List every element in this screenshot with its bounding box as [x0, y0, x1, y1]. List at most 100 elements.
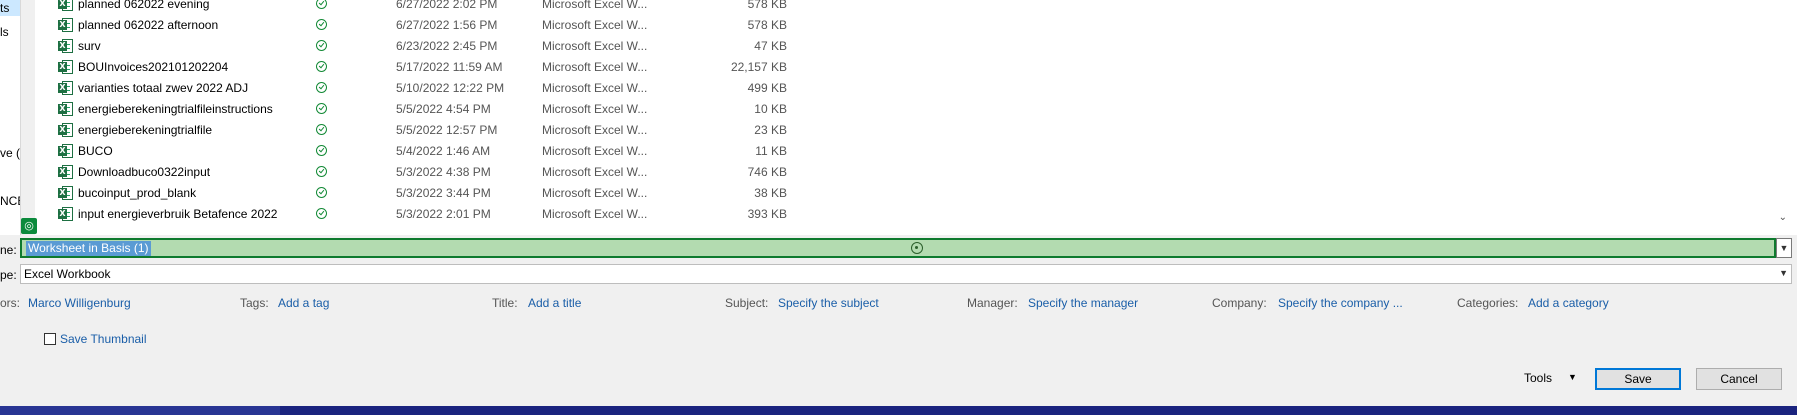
file-size: 393 KB [747, 206, 787, 221]
file-name-value[interactable]: Worksheet in Basis (1) [26, 241, 151, 256]
excel-file-icon: X [58, 206, 74, 222]
save-thumbnail-option[interactable]: Save Thumbnail [44, 332, 147, 346]
sync-check-icon [316, 145, 327, 156]
company-value[interactable]: Specify the company ... [1278, 296, 1403, 310]
tools-menu-button[interactable]: Tools [1524, 371, 1552, 385]
file-name[interactable]: BOUInvoices202101202204 [78, 60, 228, 74]
save-thumbnail-checkbox[interactable] [44, 333, 56, 345]
sync-check-icon [316, 19, 327, 30]
target-icon [911, 242, 923, 254]
file-row[interactable]: Xbucoinput_prod_blank 5/3/2022 3:44 PM Mic… [58, 182, 1758, 203]
title-label: Title: [492, 296, 518, 310]
nav-scrollbar[interactable] [21, 0, 35, 235]
nav-item-fragment[interactable]: ts [0, 1, 9, 15]
sync-check-icon [316, 40, 327, 51]
file-name[interactable]: BUCO [78, 144, 113, 158]
authors-label: ors: [0, 296, 21, 310]
manager-label: Manager: [967, 296, 1018, 310]
file-type: Microsoft Excel W... [542, 185, 648, 200]
excel-file-icon: X [58, 164, 74, 180]
file-date-modified: 5/3/2022 2:01 PM [396, 206, 491, 221]
excel-file-icon: X [58, 101, 74, 117]
file-row[interactable]: X BUCO 5/4/2022 1:46 AM Microsoft Excel W..… [58, 140, 1758, 161]
file-type: Microsoft Excel W... [542, 80, 648, 95]
title-value[interactable]: Add a title [528, 296, 581, 310]
authors-value[interactable]: Marco Willigenburg [28, 296, 131, 310]
file-type: Microsoft Excel W... [542, 164, 648, 179]
file-row[interactable]: Xplanned 062022 evening 6/27/2022 2:02 PM… [58, 0, 1758, 14]
excel-file-icon: X [58, 0, 74, 12]
file-row[interactable]: Xinput energieverbruik Betafence 2022 5/3… [58, 203, 1758, 224]
excel-file-icon: X [58, 17, 74, 33]
file-size: 746 KB [747, 164, 787, 179]
file-date-modified: 5/4/2022 1:46 AM [396, 143, 491, 158]
file-row[interactable]: Xenergieberekeningtrialfileinstructions 5… [58, 98, 1758, 119]
nav-item-fragment[interactable]: ls [0, 25, 9, 39]
save-as-type-select[interactable]: Excel Workbook ▼ [20, 264, 1792, 284]
nav-item-fragment[interactable]: NCE [0, 194, 20, 208]
file-date-modified: 5/10/2022 12:22 PM [396, 80, 505, 95]
company-label: Company: [1212, 296, 1267, 310]
file-name[interactable]: surv [78, 39, 101, 53]
file-list-pane: ts ls ve (H NCE Xplanned 062022 evening 6… [0, 0, 1797, 235]
sync-status-icon[interactable]: ◎ [21, 218, 37, 234]
file-size: 499 KB [747, 80, 787, 95]
file-name-label: ne: [0, 243, 17, 257]
file-size: 23 KB [754, 122, 787, 137]
file-row[interactable]: X BOUInvoices202101202204 5/17/2022 11:59 … [58, 56, 1758, 77]
file-row[interactable]: Xvarianties totaal zwev 2022 ADJ 5/10/202… [58, 77, 1758, 98]
save-thumbnail-label[interactable]: Save Thumbnail [60, 332, 147, 346]
cancel-button[interactable]: Cancel [1696, 368, 1782, 390]
file-name[interactable]: input energieverbruik Betafence 2022 [78, 207, 277, 221]
sync-check-icon [316, 124, 327, 135]
file-type: Microsoft Excel W... [542, 143, 648, 158]
chevron-down-icon[interactable]: ▼ [1779, 268, 1788, 278]
sync-check-icon [316, 0, 327, 9]
file-name[interactable]: energieberekeningtrialfileinstructions [78, 102, 273, 116]
file-size: 38 KB [754, 185, 787, 200]
file-row[interactable]: Xsurv 6/23/2022 2:45 PM Microsoft Excel W.… [58, 35, 1758, 56]
scroll-down-arrow-icon[interactable]: ⌄ [1779, 212, 1787, 223]
excel-file-icon: X [58, 143, 74, 159]
file-date-modified: 6/27/2022 2:02 PM [396, 0, 498, 11]
manager-value[interactable]: Specify the manager [1028, 296, 1138, 310]
categories-label: Categories: [1457, 296, 1519, 310]
file-type: Microsoft Excel W... [542, 206, 648, 221]
save-button[interactable]: Save [1595, 368, 1681, 390]
subject-label: Subject: [725, 296, 769, 310]
sync-check-icon [316, 187, 327, 198]
nav-item-fragment[interactable]: ve (H [0, 146, 20, 160]
file-type: Microsoft Excel W... [542, 0, 648, 11]
file-name-dropdown-button[interactable]: ▼ [1776, 238, 1792, 258]
file-name[interactable]: energieberekeningtrialfile [78, 123, 212, 137]
file-name-input[interactable]: Worksheet in Basis (1) [20, 238, 1776, 258]
file-row[interactable]: Xenergieberekeningtrialfile 5/5/2022 12:5… [58, 119, 1758, 140]
file-name[interactable]: planned 062022 evening [78, 0, 209, 11]
file-date-modified: 5/3/2022 4:38 PM [396, 164, 491, 179]
file-type: Microsoft Excel W... [542, 38, 648, 53]
taskbar-segment [0, 406, 280, 415]
sync-check-icon [316, 103, 327, 114]
file-type: Microsoft Excel W... [542, 101, 648, 116]
subject-value[interactable]: Specify the subject [778, 296, 879, 310]
file-date-modified: 6/23/2022 2:45 PM [396, 38, 498, 53]
file-date-modified: 5/5/2022 4:54 PM [396, 101, 491, 116]
file-name[interactable]: Downloadbuco0322input [78, 165, 210, 179]
tags-label: Tags: [240, 296, 269, 310]
file-row[interactable]: Xplanned 062022 afternoon 6/27/2022 1:56 … [58, 14, 1758, 35]
file-size: 10 KB [754, 101, 787, 116]
navigation-pane[interactable]: ts ls ve (H NCE [0, 0, 21, 235]
file-row[interactable]: X Downloadbuco0322input 5/3/2022 4:38 PM Mi… [58, 161, 1758, 182]
file-name[interactable]: planned 062022 afternoon [78, 18, 218, 32]
file-name[interactable]: bucoinput_prod_blank [78, 186, 196, 200]
excel-file-icon: X [58, 122, 74, 138]
sync-check-icon [316, 166, 327, 177]
file-date-modified: 5/5/2022 12:57 PM [396, 122, 498, 137]
categories-value[interactable]: Add a category [1528, 296, 1609, 310]
file-size: 578 KB [747, 17, 787, 32]
sync-check-icon [316, 208, 327, 219]
sync-check-icon [316, 82, 327, 93]
file-name[interactable]: varianties totaal zwev 2022 ADJ [78, 81, 248, 95]
tags-value[interactable]: Add a tag [278, 296, 329, 310]
tools-dropdown-icon[interactable]: ▼ [1568, 372, 1577, 382]
